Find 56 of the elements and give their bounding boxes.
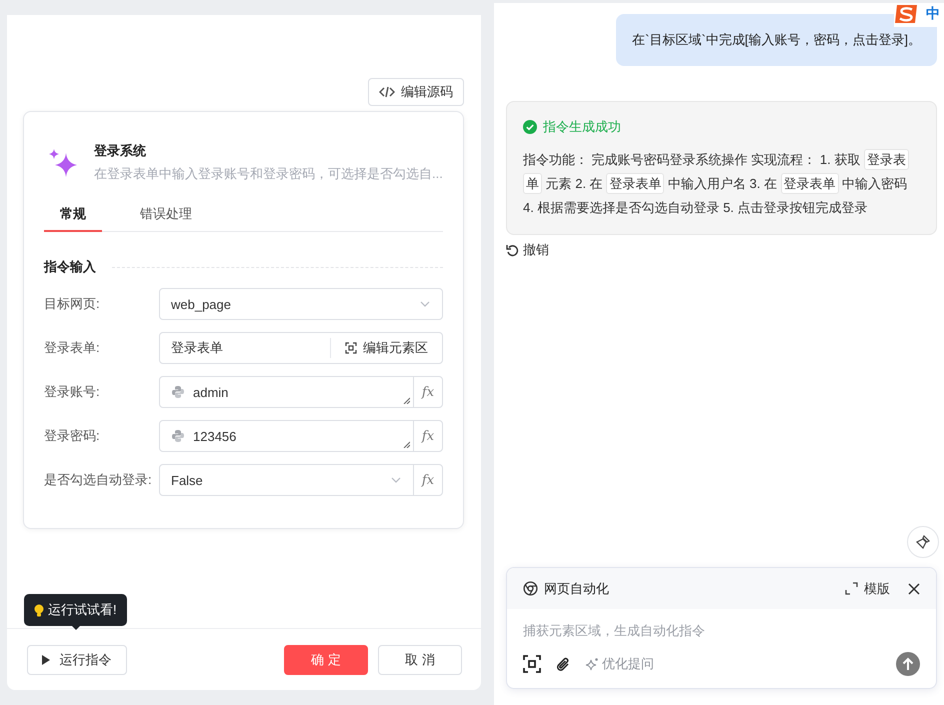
clear-button[interactable] (907, 526, 939, 558)
section-title: 指令输入 (44, 258, 96, 276)
python-icon (171, 385, 185, 399)
browser-icon (523, 581, 538, 596)
code-icon (379, 86, 395, 98)
field-label: 是否勾选自动登录: (44, 471, 153, 489)
instruction-description: 指令功能： 完成账号密码登录系统操作 实现流程： 1. 获取 登录表单 元素 2. 在 登录表单 中输入用户名 3. 在 登录表单 中输入密码 4. 根据需要选择是否勾选自动登录 5. 点击登录按钮完成登录 (523, 148, 920, 220)
chevron-down-icon (420, 301, 430, 307)
send-button[interactable] (896, 652, 920, 676)
check-circle-icon (523, 120, 537, 134)
expression-field[interactable]: admin (159, 376, 414, 408)
formula-button[interactable]: fx (413, 420, 443, 452)
close-button[interactable] (908, 582, 920, 594)
field-label: 登录表单: (44, 339, 101, 357)
capture-icon (345, 342, 357, 354)
undo-icon (506, 244, 519, 256)
formula-button[interactable]: fx (413, 376, 443, 408)
field-label: 登录密码: (44, 427, 101, 445)
attach-button[interactable] (555, 656, 571, 672)
sparkle-icon (48, 148, 78, 178)
close-icon (908, 582, 920, 594)
card-description: 在登录表单中输入登录账号和登录密码，可选择是否勾选自... (94, 165, 443, 183)
field-label: 登录账号: (44, 383, 101, 401)
expand-icon (845, 582, 858, 595)
element-field[interactable]: 登录表单 编辑元素区 (159, 332, 443, 364)
composer-title: 网页自动化 (544, 580, 609, 598)
capture-icon (523, 655, 541, 673)
python-icon (171, 429, 185, 443)
capture-button[interactable] (523, 655, 541, 673)
field-label: 目标网页: (44, 295, 101, 313)
prompt-input[interactable]: 捕获元素区域，生成自动化指令 (507, 609, 936, 646)
select-field[interactable]: False (159, 464, 414, 496)
status-text: 指令生成成功 (543, 118, 621, 136)
card-title: 登录系统 (94, 142, 147, 160)
undo-button[interactable]: 撤销 (506, 241, 549, 259)
arrow-up-icon (902, 657, 914, 671)
composer-panel[interactable]: 网页自动化 模版 捕获元素区域，生成自动化指令 优化提问 (506, 567, 937, 689)
expression-field[interactable]: 123456 (159, 420, 414, 452)
formula-button[interactable]: fx (413, 464, 443, 496)
run-button[interactable]: 运行指令 (27, 645, 127, 675)
select-field[interactable]: web_page (159, 288, 443, 320)
resize-grip-icon (403, 397, 410, 404)
resize-grip-icon (403, 441, 410, 448)
template-button[interactable]: 模版 (845, 580, 890, 598)
cancel-button[interactable]: 取 消 (378, 645, 462, 675)
chevron-down-icon (391, 477, 401, 483)
paperclip-icon (555, 656, 571, 672)
element-tag: 登录表单 (606, 173, 664, 194)
edit-source-button[interactable]: 编辑源码 (368, 78, 464, 106)
tab[interactable]: 错误处理 (124, 205, 208, 232)
tab[interactable]: 常规 (44, 205, 102, 232)
play-icon (42, 655, 50, 665)
lightbulb-icon (34, 604, 44, 616)
element-tag: 登录表单 (780, 173, 839, 194)
edit-element-button[interactable]: 编辑元素区 (330, 338, 442, 358)
sparkle-icon (585, 657, 599, 671)
